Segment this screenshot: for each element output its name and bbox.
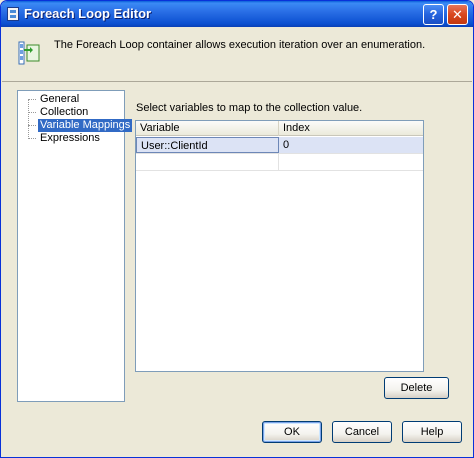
- window-title: Foreach Loop Editor: [24, 6, 152, 21]
- header-panel: The Foreach Loop container allows execut…: [2, 27, 472, 82]
- header-description: The Foreach Loop container allows execut…: [54, 39, 426, 51]
- tree-line: [28, 112, 36, 113]
- foreach-loop-icon: [18, 41, 40, 65]
- mappings-instruction: Select variables to map to the collectio…: [136, 102, 363, 114]
- ok-button[interactable]: OK: [262, 421, 322, 443]
- grid-header: Variable Index: [136, 121, 423, 136]
- variable-cell[interactable]: User::ClientId: [136, 137, 279, 153]
- table-row[interactable]: User::ClientId 0: [136, 137, 423, 154]
- nav-item-expressions[interactable]: Expressions: [38, 132, 102, 145]
- variable-cell[interactable]: [136, 154, 279, 170]
- page-navigation-list[interactable]: General Collection Variable Mappings Exp…: [17, 90, 133, 402]
- delete-button[interactable]: Delete: [384, 377, 449, 399]
- title-help-button[interactable]: ?: [423, 4, 444, 25]
- index-cell[interactable]: [279, 154, 423, 170]
- title-close-button[interactable]: ✕: [447, 4, 468, 25]
- new-row[interactable]: [136, 154, 423, 171]
- column-header-index[interactable]: Index: [279, 121, 423, 136]
- tree-line: [28, 99, 36, 100]
- nav-item-collection[interactable]: Collection: [38, 106, 90, 119]
- nav-item-variable-mappings[interactable]: Variable Mappings: [38, 119, 133, 132]
- tree-line: [28, 99, 29, 139]
- column-header-variable[interactable]: Variable: [136, 121, 279, 136]
- nav-item-general[interactable]: General: [38, 93, 81, 106]
- help-button[interactable]: Help: [402, 421, 462, 443]
- cancel-button[interactable]: Cancel: [332, 421, 392, 443]
- index-cell[interactable]: 0: [279, 137, 423, 153]
- app-icon: [7, 7, 19, 21]
- tree-line: [28, 138, 36, 139]
- foreach-loop-editor-window: Foreach Loop Editor ? ✕ The Foreach Loop…: [0, 0, 474, 458]
- title-bar[interactable]: Foreach Loop Editor ? ✕: [1, 1, 473, 27]
- variable-mappings-grid[interactable]: Variable Index User::ClientId 0: [135, 120, 424, 372]
- tree-line: [28, 125, 36, 126]
